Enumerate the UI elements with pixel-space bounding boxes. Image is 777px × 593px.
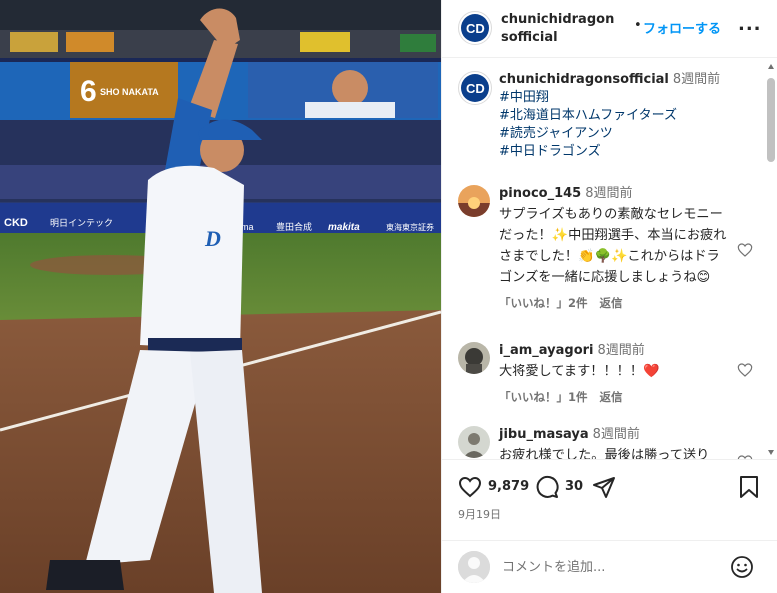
- comment-username[interactable]: pinoco_145: [499, 186, 581, 201]
- hashtag-link[interactable]: #読売ジャイアンツ: [499, 125, 749, 143]
- comment-text: サプライズもありの素敵なセレモニーだった！✨中田翔選手、本当にお疲れさまでした！…: [499, 207, 727, 285]
- share-send-icon[interactable]: [592, 475, 616, 499]
- scroll-down-arrow-icon[interactable]: [768, 450, 774, 455]
- comment-text: 大将愛してます！！！！❤️: [499, 364, 660, 379]
- comment-body: pinoco_145 8週間前 サプライズもありの素敵なセレモニーだった！✨中田翔…: [499, 185, 727, 312]
- save-bookmark-icon[interactable]: [738, 475, 760, 499]
- comment-bubble-icon[interactable]: [535, 475, 559, 499]
- emoji-smiley-icon[interactable]: [730, 555, 754, 579]
- hashtag-link[interactable]: #中日ドラゴンズ: [499, 143, 749, 161]
- follow-button[interactable]: フォローする: [643, 18, 721, 37]
- comment-meta: 「いいね！」1件 返信: [499, 388, 727, 406]
- hashtag-link[interactable]: #中田翔: [499, 89, 749, 107]
- like-count[interactable]: 9,879: [488, 479, 529, 494]
- scroll-thumb[interactable]: [767, 78, 775, 162]
- dragons-logo-icon: CD: [461, 74, 489, 102]
- person-avatar-icon: [458, 426, 490, 458]
- caption-username[interactable]: chunichidragonsofficial: [499, 72, 669, 87]
- comment-username[interactable]: jibu_masaya: [499, 427, 589, 442]
- comment-likes[interactable]: 「いいね！」1件: [499, 390, 588, 404]
- account-avatar[interactable]: CD: [458, 11, 492, 45]
- scoreboard-name: SHO NAKATA: [100, 87, 159, 97]
- reply-button[interactable]: 返信: [600, 296, 623, 310]
- caption-avatar[interactable]: CD: [458, 71, 492, 105]
- comment-text: お疲れ様でした。最後は勝って送り: [499, 448, 710, 459]
- svg-text:CD: CD: [466, 81, 485, 96]
- commenter-avatar[interactable]: [458, 426, 490, 458]
- gorilla-avatar-icon: [458, 342, 490, 374]
- commenter-avatar[interactable]: [458, 342, 490, 374]
- scroll-up-arrow-icon[interactable]: [768, 64, 774, 69]
- comment-body: i_am_ayagori 8週間前 大将愛してます！！！！❤️ 「いいね！」1件返…: [499, 342, 727, 406]
- svg-text:CD: CD: [466, 21, 485, 36]
- like-comment-heart-icon[interactable]: [737, 242, 753, 258]
- comment-time: 8週間前: [592, 427, 640, 442]
- header-username[interactable]: chunichidragonsofficial: [501, 11, 619, 47]
- post-photo[interactable]: 6 SHO NAKATA CKD 明日インテック Bloma 豊田合成 maki…: [0, 0, 441, 593]
- post-header: CD chunichidragonsofficial • フォローする ...: [442, 0, 777, 58]
- caption-body: chunichidragonsofficial 8週間前 #中田翔 #北海道日本ハ…: [499, 71, 749, 161]
- photo-illustration: 6 SHO NAKATA CKD 明日インテック Bloma 豊田合成 maki…: [0, 0, 441, 593]
- post-side-panel: CD chunichidragonsofficial • フォローする ... …: [441, 0, 777, 593]
- caption-time: 8週間前: [672, 72, 721, 87]
- svg-text:D: D: [204, 226, 221, 251]
- comments-list[interactable]: CD chunichidragonsofficial 8週間前 #中田翔 #北海道…: [442, 59, 777, 459]
- sunset-avatar-icon: [458, 185, 490, 217]
- post-date[interactable]: 9月19日: [458, 506, 501, 522]
- sponsor-1: CKD: [4, 217, 28, 229]
- comment-likes[interactable]: 「いいね！」2件: [499, 296, 588, 310]
- default-user-icon: [458, 551, 490, 583]
- commenter-avatar[interactable]: [458, 185, 490, 217]
- reply-button[interactable]: 返信: [600, 390, 623, 404]
- scoreboard-number: 6: [80, 75, 97, 108]
- like-heart-icon[interactable]: [458, 475, 482, 499]
- more-options-button[interactable]: ...: [738, 14, 762, 35]
- like-comment-heart-icon[interactable]: [737, 362, 753, 378]
- comment-time: 8週間前: [585, 186, 633, 201]
- comment-count[interactable]: 30: [565, 479, 583, 494]
- comment-body: jibu_masaya 8週間前 お疲れ様でした。最後は勝って送り: [499, 426, 727, 459]
- add-comment-input[interactable]: [502, 555, 722, 579]
- hashtag-link[interactable]: #北海道日本ハムファイターズ: [499, 107, 749, 125]
- comment-username[interactable]: i_am_ayagori: [499, 343, 594, 358]
- post-actions: 9,879 30 9月19日: [442, 459, 777, 593]
- current-user-avatar[interactable]: [458, 551, 490, 583]
- sponsor-4: 豊田合成: [276, 221, 312, 232]
- dragons-logo-icon: CD: [461, 14, 489, 42]
- sponsor-5: makita: [328, 222, 360, 233]
- add-comment-bar: [442, 540, 777, 593]
- comment-time: 8週間前: [597, 343, 645, 358]
- sponsor-2: 明日インテック: [50, 218, 113, 228]
- comment-meta: 「いいね！」2件 返信: [499, 294, 727, 312]
- sponsor-6: 東海東京証券: [386, 222, 434, 232]
- comments-scrollbar[interactable]: [767, 62, 775, 457]
- separator-dot: •: [634, 18, 642, 33]
